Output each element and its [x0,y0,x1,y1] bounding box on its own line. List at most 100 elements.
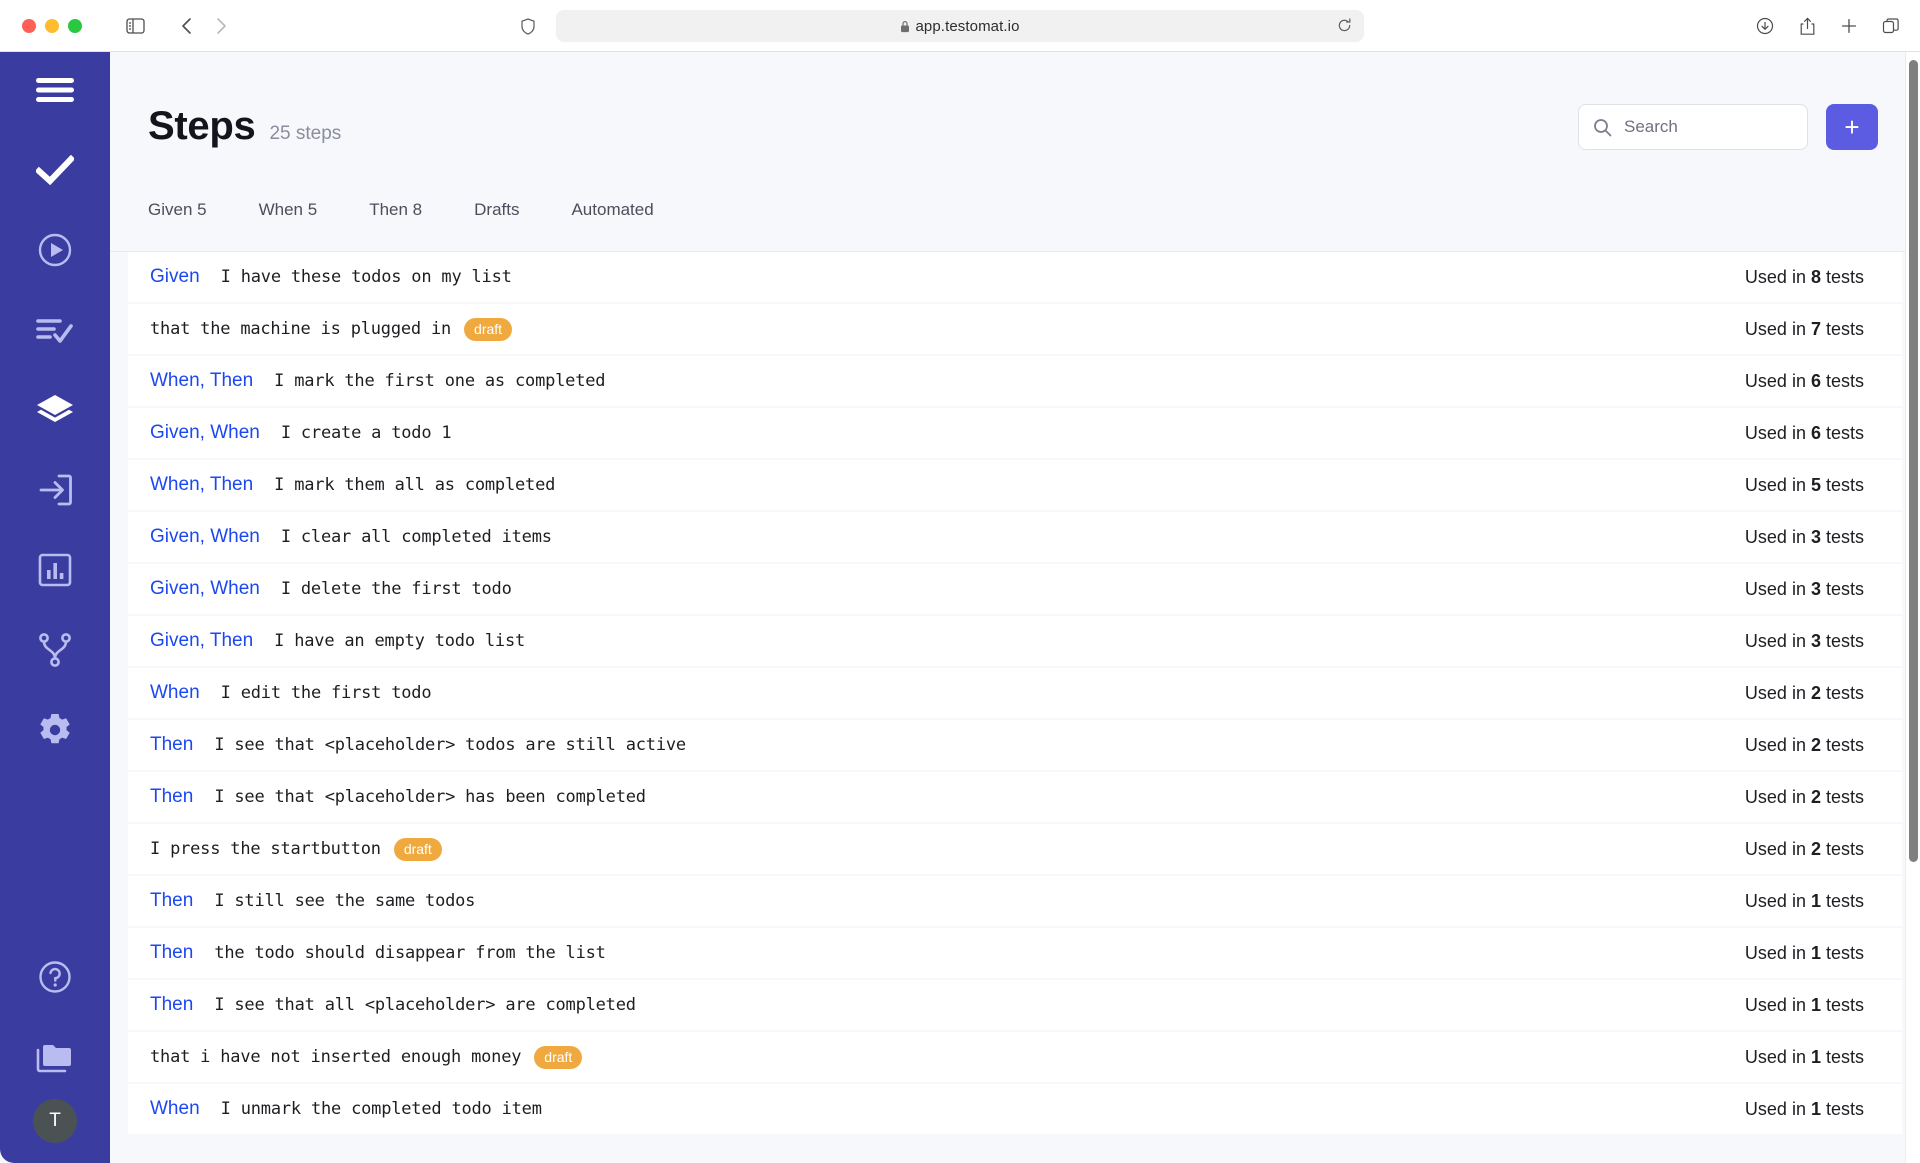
step-usage-count: Used in 1 tests [1745,1099,1864,1120]
step-row[interactable]: Thenthe todo should disappear from the l… [128,928,1902,978]
sidebar-item-layers[interactable] [0,372,110,452]
close-window-button[interactable] [22,19,36,33]
usage-prefix: Used in [1745,787,1811,807]
usage-suffix: tests [1821,839,1864,859]
maximize-window-button[interactable] [68,19,82,33]
step-text: I see that all <placeholder> are complet… [214,995,635,1015]
sidebar-item-tests[interactable] [0,132,110,212]
step-row[interactable]: Given, ThenI have an empty todo listUsed… [128,616,1902,666]
step-keyword: Given, When [150,578,260,600]
tab-drafts[interactable]: Drafts [474,200,543,220]
step-text: I unmark the completed todo item [221,1099,542,1119]
sidebar-item-plans[interactable] [0,292,110,372]
step-row-left: When, ThenI mark them all as completed [150,474,1725,496]
share-icon[interactable] [1790,9,1824,43]
tab-automated[interactable]: Automated [571,200,677,220]
new-tab-icon[interactable] [1832,9,1866,43]
header-actions: + [1578,104,1878,150]
step-row[interactable]: ThenI still see the same todosUsed in 1 … [128,876,1902,926]
filter-tabs: Given 5 When 5 Then 8 Drafts Automated [110,200,1920,252]
minimize-window-button[interactable] [45,19,59,33]
usage-prefix: Used in [1745,267,1811,287]
usage-prefix: Used in [1745,1099,1811,1119]
step-usage-count: Used in 8 tests [1745,267,1864,288]
step-row[interactable]: that i have not inserted enough moneydra… [128,1032,1902,1082]
step-row[interactable]: ThenI see that <placeholder> todos are s… [128,720,1902,770]
sidebar-item-import[interactable] [0,452,110,532]
step-keyword: Then [150,942,193,964]
tab-given-5[interactable]: Given 5 [148,200,231,220]
tab-overview-icon[interactable] [1874,9,1908,43]
step-text: I edit the first todo [221,683,432,703]
avatar-initial: T [49,1110,61,1132]
add-step-button[interactable]: + [1826,104,1878,150]
download-icon[interactable] [1748,9,1782,43]
step-text: I have these todos on my list [221,267,512,287]
step-row-left: When, ThenI mark the first one as comple… [150,370,1725,392]
address-bar[interactable]: app.testomat.io [556,10,1364,42]
step-keyword: Then [150,994,193,1016]
step-usage-count: Used in 2 tests [1745,735,1864,756]
sidebar-item-menu-toggle[interactable] [0,52,110,132]
step-usage-count: Used in 7 tests [1745,319,1864,340]
step-row[interactable]: When, ThenI mark them all as completedUs… [128,460,1902,510]
import-arrow-icon [37,473,73,512]
usage-prefix: Used in [1745,995,1811,1015]
sidebar-item-runs[interactable] [0,212,110,292]
back-arrow-icon[interactable] [170,9,204,43]
usage-suffix: tests [1821,891,1864,911]
reload-icon[interactable] [1337,18,1352,38]
sidebar-toggle-icon[interactable] [118,9,152,43]
step-text: I create a todo 1 [281,423,452,443]
step-row-left: GivenI have these todos on my list [150,266,1725,288]
folders-icon [35,1040,75,1079]
usage-number: 7 [1811,319,1821,339]
step-text: I mark the first one as completed [274,371,605,391]
usage-suffix: tests [1821,683,1864,703]
sidebar-item-projects[interactable] [0,1019,110,1099]
usage-number: 5 [1811,475,1821,495]
step-row[interactable]: WhenI unmark the completed todo itemUsed… [128,1084,1902,1134]
step-text: I still see the same todos [214,891,475,911]
sidebar-item-analytics[interactable] [0,532,110,612]
check-icon [36,155,74,190]
tab-when-5[interactable]: When 5 [259,200,342,220]
step-row[interactable]: Given, WhenI create a todo 1Used in 6 te… [128,408,1902,458]
usage-number: 1 [1811,1047,1821,1067]
sidebar-item-settings[interactable] [0,692,110,772]
step-row[interactable]: WhenI edit the first todoUsed in 2 tests [128,668,1902,718]
step-text: that i have not inserted enough money [150,1047,521,1067]
step-keyword: Given, Then [150,630,253,652]
usage-number: 1 [1811,995,1821,1015]
avatar[interactable]: T [33,1099,77,1143]
step-row[interactable]: When, ThenI mark the first one as comple… [128,356,1902,406]
forward-arrow-icon[interactable] [204,9,238,43]
step-row[interactable]: I press the startbuttondraftUsed in 2 te… [128,824,1902,874]
privacy-shield-icon[interactable] [512,10,544,42]
usage-prefix: Used in [1745,527,1811,547]
sidebar-item-help[interactable] [0,939,110,1019]
usage-suffix: tests [1821,527,1864,547]
page-scrollbar-thumb[interactable] [1909,60,1918,862]
step-row[interactable]: Then I see that all <placeholder> are com… [128,980,1902,1030]
address-url-text: app.testomat.io [915,18,1019,35]
search-box[interactable] [1578,104,1808,150]
usage-suffix: tests [1821,995,1864,1015]
step-row[interactable]: that the machine is plugged indraftUsed … [128,304,1902,354]
step-row-left: I press the startbuttondraft [150,838,1725,861]
step-text: I delete the first todo [281,579,512,599]
step-row[interactable]: GivenI have these todos on my list Used i… [128,252,1902,302]
usage-number: 1 [1811,891,1821,911]
search-input[interactable] [1624,117,1784,137]
main-content: Steps 25 steps + Given 5When 5Then 8Draf… [110,52,1920,1163]
step-text: I clear all completed items [281,527,552,547]
tab-then-8[interactable]: Then 8 [369,200,446,220]
step-usage-count: Used in 3 tests [1745,631,1864,652]
step-keyword: Then [150,890,193,912]
step-row[interactable]: Given, WhenI delete the first todoUsed i… [128,564,1902,614]
sidebar-item-branches[interactable] [0,612,110,692]
step-row[interactable]: ThenI see that <placeholder> has been co… [128,772,1902,822]
page-scrollbar[interactable] [1905,52,1920,1163]
step-row[interactable]: Given, WhenI clear all completed itemsUs… [128,512,1902,562]
usage-number: 2 [1811,683,1821,703]
